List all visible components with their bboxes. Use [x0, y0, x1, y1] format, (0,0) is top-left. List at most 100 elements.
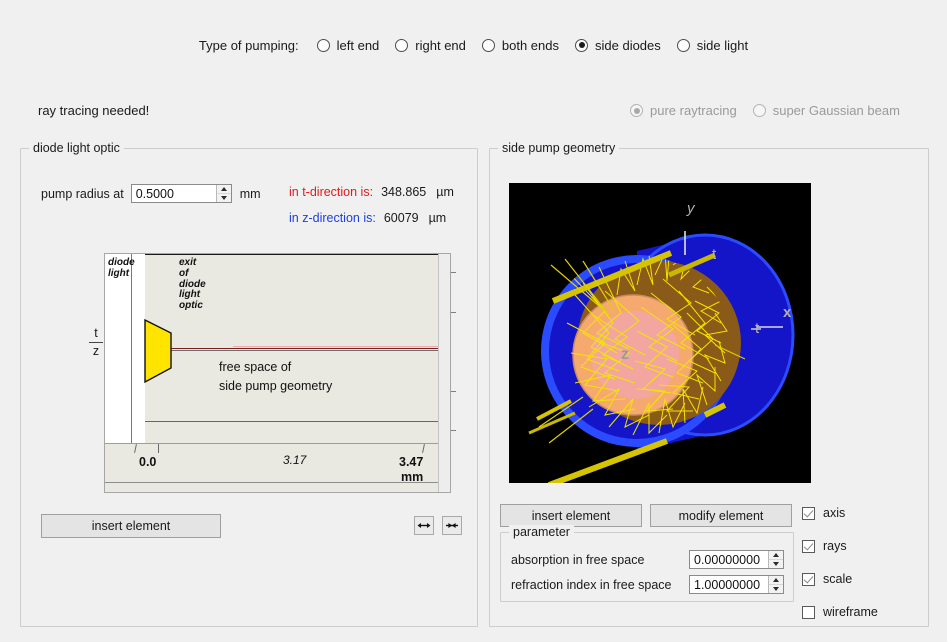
t-direction-edge-ray [233, 346, 439, 347]
refraction-label: refraction index in free space [511, 578, 689, 592]
gl-label-y: y [686, 200, 696, 217]
checkbox-axis[interactable]: axis [802, 506, 845, 520]
radio-label: side diodes [595, 38, 661, 53]
pump-radius-spinner[interactable] [131, 184, 232, 203]
radio-side-diodes[interactable]: side diodes [575, 38, 661, 53]
checkbox-label: wireframe [823, 605, 878, 619]
radio-label: side light [697, 38, 748, 53]
pumping-type-label: Type of pumping: [199, 38, 299, 53]
gl-label-x: x [783, 304, 792, 321]
plot-canvas: diode light exit of diode light optic fr… [105, 254, 439, 493]
spinner-up-icon[interactable] [217, 185, 231, 194]
checkbox-indicator-icon [802, 606, 815, 619]
shrink-arrows-glyph [445, 521, 459, 530]
spinner-buttons[interactable] [768, 551, 783, 568]
z-direction-label: in z-direction is: [289, 211, 376, 225]
radio-indicator-icon [575, 39, 588, 52]
pumping-type-row: Type of pumping: left end right end both… [0, 32, 947, 58]
radio-indicator-icon [753, 104, 766, 117]
insert-element-button-left[interactable]: insert element [41, 514, 221, 538]
radio-label: right end [415, 38, 466, 53]
radio-label: pure raytracing [650, 103, 737, 118]
checkbox-rays[interactable]: rays [802, 539, 847, 553]
radio-side-light[interactable]: side light [677, 38, 748, 53]
z-direction-value: 60079 [384, 211, 419, 225]
pump-radius-input[interactable] [132, 185, 216, 202]
absorption-input[interactable] [690, 551, 768, 568]
absorption-spinner[interactable] [689, 550, 784, 569]
checkbox-scale[interactable]: scale [802, 572, 852, 586]
annotation-diode-light: diode light [108, 258, 135, 280]
radio-indicator-icon [677, 39, 690, 52]
radio-label: left end [337, 38, 380, 53]
spinner-up-icon[interactable] [769, 551, 783, 560]
x-axis-tick-label: 3.47 [399, 455, 423, 469]
radio-left-end[interactable]: left end [317, 38, 380, 53]
checkbox-wireframe[interactable]: wireframe [802, 605, 878, 619]
refraction-spinner[interactable] [689, 575, 784, 594]
checkbox-indicator-icon [802, 540, 815, 553]
t-direction-value: 348.865 [381, 185, 426, 199]
expand-horizontal-icon[interactable] [414, 516, 434, 535]
pump-radius-label: pump radius at [41, 187, 124, 201]
refraction-input[interactable] [690, 576, 768, 593]
plot-frame: diode light exit of diode light optic fr… [104, 253, 451, 493]
annotation-exit-optic: exit of diode light optic [179, 258, 206, 312]
exit-optic-shape [141, 316, 201, 386]
insert-element-button-right[interactable]: insert element [500, 504, 642, 527]
fraction-bar [89, 342, 103, 343]
radio-indicator-icon [630, 104, 643, 117]
radio-indicator-icon [395, 39, 408, 52]
annotation-free-space: free space of side pump geometry [219, 358, 332, 396]
radio-super-gaussian-beam[interactable]: super Gaussian beam [753, 103, 900, 118]
side-pump-geometry-group: side pump geometry [489, 148, 929, 627]
t-direction-unit: µm [436, 185, 454, 199]
group-title: parameter [509, 525, 574, 539]
radio-right-end[interactable]: right end [395, 38, 466, 53]
diode-light-divider [131, 254, 132, 444]
radio-pure-raytracing[interactable]: pure raytracing [630, 103, 737, 118]
expand-arrows-glyph [417, 521, 431, 530]
radio-both-ends[interactable]: both ends [482, 38, 559, 53]
spinner-down-icon[interactable] [217, 194, 231, 202]
radio-label: both ends [502, 38, 559, 53]
checkbox-indicator-icon [802, 507, 815, 520]
group-title: diode light optic [29, 141, 124, 155]
z-direction-edge-ray [145, 421, 439, 422]
spinner-buttons[interactable] [768, 576, 783, 593]
gl-label-z: z [621, 346, 629, 363]
gl-3d-viewport[interactable]: y x t t z [509, 183, 811, 483]
y-axis-label-fraction: t z [87, 327, 105, 358]
z-direction-unit: µm [429, 211, 447, 225]
cross-section-plot: 60.5— 30.3— 0.0— 30.3— 60.5— mm— t z [41, 253, 456, 493]
absorption-label: absorption in free space [511, 553, 689, 567]
z-direction-row: in z-direction is: 60079 µm [289, 211, 446, 225]
spinner-buttons[interactable] [216, 185, 231, 202]
ray-tracing-status-text: ray tracing needed! [38, 103, 149, 118]
spinner-up-icon[interactable] [769, 576, 783, 585]
t-direction-row: in t-direction is: 348.865 µm [289, 185, 454, 199]
x-axis-band: 0.0 3.17 3.47 mm [105, 443, 439, 493]
absorption-row: absorption in free space [511, 550, 784, 569]
spinner-down-icon[interactable] [769, 560, 783, 568]
checkbox-indicator-icon [802, 573, 815, 586]
x-axis-baseline [105, 482, 439, 483]
gl-scene: y x t t z [509, 183, 811, 483]
parameter-group: parameter absorption in free space refra… [500, 532, 794, 602]
x-axis-tick-label: 0.0 [139, 455, 156, 469]
diode-light-optic-group: diode light optic pump radius at mm in t… [20, 148, 478, 627]
plot-horizontal-scrollbar[interactable] [438, 254, 450, 493]
beam-mode-row: pure raytracing super Gaussian beam [630, 103, 900, 118]
free-space-top-border [145, 254, 439, 255]
radio-indicator-icon [317, 39, 330, 52]
modify-element-button[interactable]: modify element [650, 504, 792, 527]
x-axis-tick-icon [422, 444, 425, 453]
radio-label: super Gaussian beam [773, 103, 900, 118]
y-axis-label-denominator: z [87, 345, 105, 358]
checkbox-label: axis [823, 506, 845, 520]
shrink-horizontal-icon[interactable] [442, 516, 462, 535]
spinner-down-icon[interactable] [769, 585, 783, 593]
x-axis-tick-icon [158, 444, 159, 453]
checkbox-label: scale [823, 572, 852, 586]
radio-indicator-icon [482, 39, 495, 52]
